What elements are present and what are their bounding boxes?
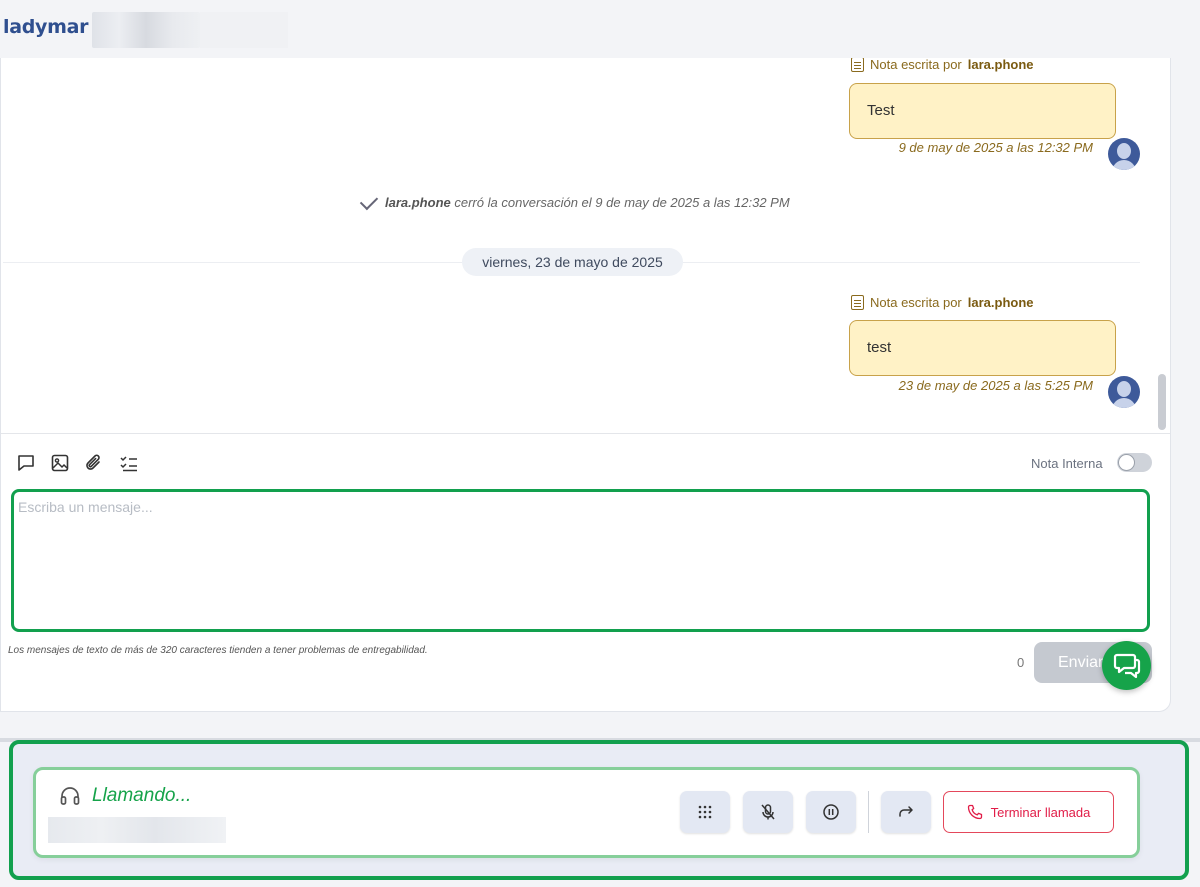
transfer-icon [899,806,913,817]
closed-event-text: cerró la conversación el 9 de may de 202… [454,195,790,210]
conversation-panel: Nota escrita por lara.phone Test 9 de ma… [0,58,1171,712]
mute-button[interactable] [743,791,793,833]
note-prefix: Nota escrita por [870,58,962,72]
message-input-box [11,489,1150,632]
brand-name: ladymar [3,16,89,38]
note-author: lara.phone [967,295,1034,310]
dialpad-button[interactable] [680,791,730,833]
internal-note-label: Nota Interna [1031,456,1103,471]
pause-icon [823,804,839,820]
chat-bubbles-icon [1113,653,1141,679]
redacted-phone-number [48,817,226,843]
note-header: Nota escrita por lara.phone [851,295,1034,310]
note-bubble: test [849,320,1116,376]
conversation-closed-event: lara.phone cerró la conversación el 9 de… [359,191,790,210]
dialpad-icon [698,805,712,819]
note-document-icon [851,58,864,72]
checklist-icon[interactable] [119,453,139,473]
note-timestamp: 23 de may de 2025 a las 5:25 PM [898,378,1093,393]
scrollbar-thumb[interactable] [1158,374,1166,430]
note-text: test [867,339,892,356]
chat-fab-button[interactable] [1102,641,1151,690]
image-icon[interactable] [50,453,70,473]
closed-by-user: lara.phone [385,195,451,210]
headset-icon [60,787,80,805]
paperclip-icon[interactable] [84,453,104,473]
char-counter: 0 [1017,655,1025,670]
end-call-button[interactable]: Terminar llamada [943,791,1114,833]
note-author: lara.phone [967,58,1034,72]
internal-note-toggle[interactable] [1117,453,1152,472]
hold-button[interactable] [806,791,856,833]
redacted-contact-name [92,12,200,48]
avatar [1108,376,1140,408]
message-input[interactable] [14,492,1147,629]
checkmark-icon [359,191,379,210]
avatar [1108,138,1140,170]
note-timestamp: 9 de may de 2025 a las 12:32 PM [898,140,1093,155]
note-header: Nota escrita por lara.phone [851,58,1034,72]
phone-icon [967,804,982,820]
composer-separator [1,433,1170,434]
call-status: Llamando... [92,785,192,806]
note-document-icon [851,295,864,310]
note-bubble: Test [849,83,1116,139]
note-text: Test [867,102,895,119]
date-divider: viernes, 23 de mayo de 2025 [462,248,683,276]
note-prefix: Nota escrita por [870,295,962,310]
end-call-label: Terminar llamada [990,804,1091,820]
sms-length-hint: Los mensajes de texto de más de 320 cara… [8,645,428,656]
top-header: ladymar [0,0,1200,58]
message-icon[interactable] [16,453,36,473]
call-controls-divider [868,791,869,833]
redacted-contact-name-fade [200,12,288,48]
mic-off-icon [761,804,775,820]
transfer-button[interactable] [881,791,931,833]
